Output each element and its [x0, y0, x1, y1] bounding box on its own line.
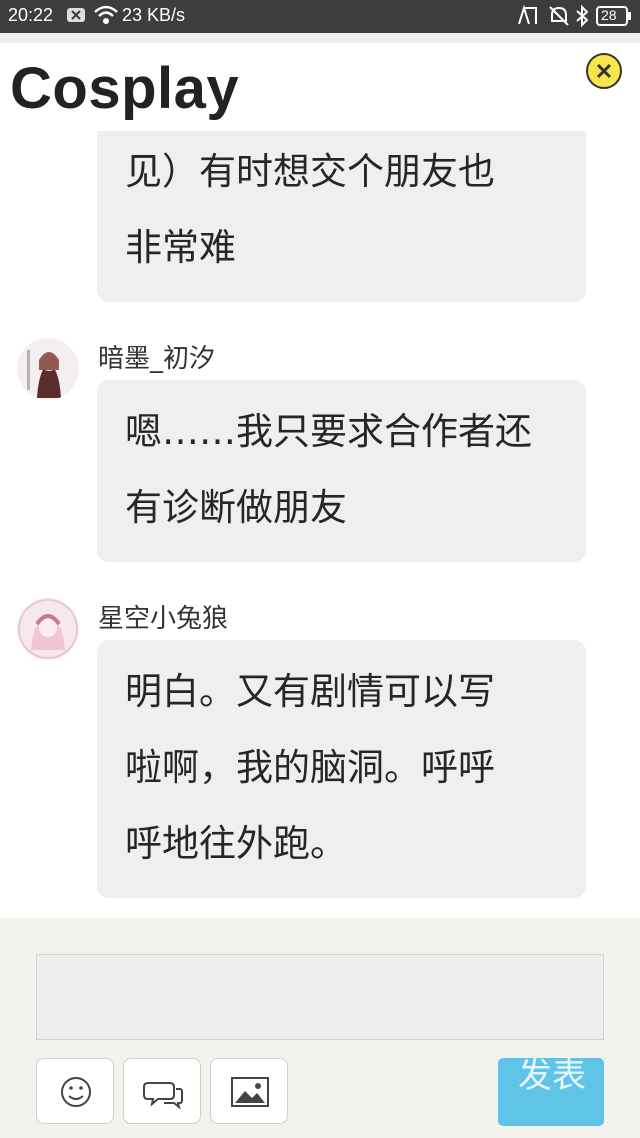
message-line: 明白。又有剧情可以写 — [125, 670, 495, 713]
bell-muted-icon — [548, 5, 570, 31]
message-line: 呼地往外跑。 — [125, 822, 347, 865]
message-line: 啦啊，我的脑洞。呼呼 — [125, 746, 495, 789]
message-line: 嗯……我只要求合作者还 — [125, 410, 532, 453]
header: Cosplay — [0, 43, 640, 131]
reply-input[interactable] — [36, 954, 604, 1040]
message-bubble: 见）有时想交个朋友也 非常难 — [97, 110, 586, 302]
status-time: 20:22 — [8, 5, 54, 25]
username[interactable]: 星空小兔狼 — [98, 598, 228, 635]
avatar[interactable] — [17, 338, 79, 400]
smiley-icon — [61, 1077, 91, 1107]
image-icon — [231, 1077, 269, 1107]
status-bar: 20:22 23 KB/s 28 — [0, 0, 640, 33]
image-button[interactable] — [210, 1058, 288, 1124]
battery-icon: 28 — [596, 6, 632, 30]
message-bubble: 明白。又有剧情可以写 啦啊，我的脑洞。呼呼 呼地往外跑。 — [97, 640, 586, 898]
avatar[interactable] — [17, 598, 79, 660]
top-divider — [0, 33, 640, 43]
chat-button[interactable] — [123, 1058, 201, 1124]
message-line: 见）有时想交个朋友也 — [125, 150, 495, 193]
notification-icon — [66, 7, 86, 27]
composer-bar: 发表 — [0, 918, 640, 1138]
page-title: Cosplay — [10, 56, 240, 121]
emoji-button[interactable] — [36, 1058, 114, 1124]
battery-level: 28 — [601, 7, 617, 23]
network-speed: 23 KB/s — [122, 5, 186, 25]
bluetooth-icon — [574, 4, 590, 32]
message-line: 非常难 — [125, 226, 236, 269]
wifi-icon — [93, 4, 119, 30]
close-icon — [596, 63, 612, 79]
message-line: 有诊断做朋友 — [125, 486, 347, 529]
send-button[interactable]: 发表 — [498, 1058, 604, 1126]
message-bubble: 嗯……我只要求合作者还 有诊断做朋友 — [97, 380, 586, 562]
app-notification-icon — [516, 4, 542, 31]
close-button[interactable] — [586, 53, 622, 89]
username[interactable]: 暗墨_初汐 — [98, 338, 215, 375]
chat-bubbles-icon — [143, 1082, 183, 1110]
